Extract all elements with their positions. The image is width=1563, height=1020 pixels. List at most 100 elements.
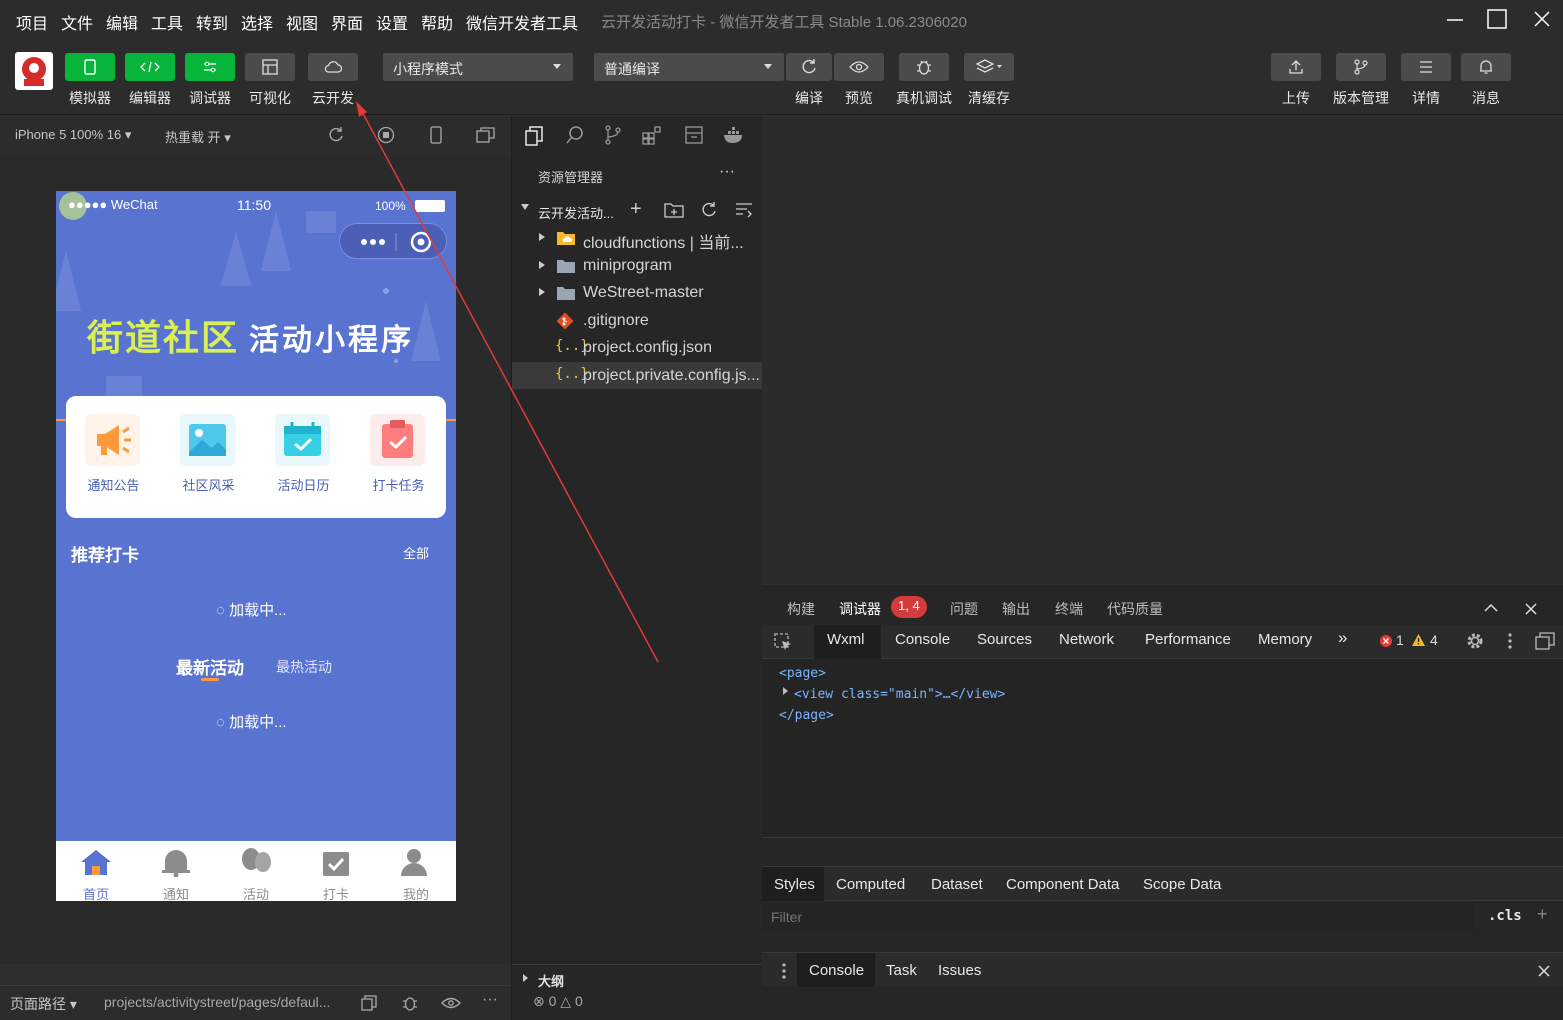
close-icon[interactable] bbox=[1537, 964, 1551, 978]
menu-tools[interactable]: 工具 bbox=[151, 10, 183, 34]
rotate-icon[interactable] bbox=[327, 126, 345, 144]
tab-scope-data[interactable]: Scope Data bbox=[1143, 876, 1221, 893]
new-folder-icon[interactable] bbox=[664, 202, 684, 218]
image-icon[interactable] bbox=[180, 414, 235, 466]
megaphone-icon[interactable] bbox=[85, 414, 140, 466]
message-button[interactable] bbox=[1461, 53, 1511, 81]
menu-view[interactable]: 视图 bbox=[286, 10, 318, 34]
details-button[interactable] bbox=[1401, 53, 1451, 81]
calendar-icon[interactable] bbox=[275, 414, 330, 466]
menu-goto[interactable]: 转到 bbox=[196, 10, 228, 34]
capsule-menu[interactable] bbox=[339, 223, 447, 259]
menu-file[interactable]: 文件 bbox=[61, 10, 93, 34]
copy-icon[interactable] bbox=[361, 995, 377, 1011]
upload-button[interactable] bbox=[1271, 53, 1321, 81]
problems-count[interactable]: ⊗ 0 △ 0 bbox=[533, 993, 583, 1010]
code-line-view[interactable]: <view class="main">…</view> bbox=[794, 687, 1005, 702]
recommend-all-link[interactable]: 全部 bbox=[403, 543, 429, 562]
new-file-icon[interactable]: + bbox=[630, 198, 642, 221]
grid-label-notice[interactable]: 通知公告 bbox=[85, 475, 142, 494]
nav-label-me[interactable]: 我的 bbox=[396, 884, 436, 901]
debugger-button[interactable] bbox=[185, 53, 235, 81]
menu-interface[interactable]: 界面 bbox=[331, 10, 363, 34]
user-icon[interactable] bbox=[396, 847, 436, 877]
compile-button[interactable] bbox=[786, 53, 832, 81]
refresh-icon[interactable] bbox=[700, 201, 718, 219]
close-icon[interactable] bbox=[1532, 9, 1552, 29]
nav-label-activity[interactable]: 活动 bbox=[236, 884, 276, 901]
storage-icon[interactable] bbox=[684, 125, 704, 145]
project-root[interactable]: 云开发活动... + bbox=[512, 196, 763, 224]
clear-cache-button[interactable] bbox=[964, 53, 1014, 81]
visual-button[interactable] bbox=[245, 53, 295, 81]
menu-edit[interactable]: 编辑 bbox=[106, 10, 138, 34]
drawer-tab-console[interactable]: Console bbox=[809, 962, 864, 979]
remote-debug-button[interactable] bbox=[899, 53, 949, 81]
compile-select[interactable]: 普通编译 bbox=[594, 53, 784, 81]
tab-wxml[interactable]: Wxml bbox=[827, 631, 865, 648]
tab-output[interactable]: 输出 bbox=[1002, 599, 1030, 619]
clipboard-icon[interactable] bbox=[370, 414, 425, 466]
balloon-icon[interactable] bbox=[236, 847, 276, 877]
error-count[interactable]: 1 bbox=[1396, 632, 1404, 648]
tab-network[interactable]: Network bbox=[1059, 631, 1114, 648]
chevron-right-icon[interactable] bbox=[783, 687, 788, 695]
tab-component-data[interactable]: Component Data bbox=[1006, 876, 1119, 893]
tree-item-project-config[interactable]: {..} project.config.json bbox=[512, 334, 763, 361]
minimize-icon[interactable] bbox=[1445, 10, 1465, 30]
phone-icon[interactable] bbox=[429, 126, 443, 144]
preview-button[interactable] bbox=[834, 53, 884, 81]
version-button[interactable] bbox=[1336, 53, 1386, 81]
more-icon[interactable]: ··· bbox=[719, 163, 735, 181]
bug-icon[interactable] bbox=[401, 994, 419, 1012]
grid-label-checkin[interactable]: 打卡任务 bbox=[370, 475, 427, 494]
device-select[interactable]: iPhone 5 100% 16 ▾ bbox=[15, 127, 131, 143]
tab-console[interactable]: Console bbox=[895, 631, 950, 648]
grid-label-gallery[interactable]: 社区风采 bbox=[180, 475, 237, 494]
page-path[interactable]: projects/activitystreet/pages/defaul... bbox=[104, 994, 330, 1010]
menu-help[interactable]: 帮助 bbox=[421, 10, 453, 34]
mode-select[interactable]: 小程序模式 bbox=[383, 53, 573, 81]
kebab-icon[interactable] bbox=[781, 962, 787, 980]
tab-terminal[interactable]: 终端 bbox=[1055, 599, 1083, 619]
gear-icon[interactable] bbox=[1465, 631, 1485, 651]
drawer-tab-task[interactable]: Task bbox=[886, 962, 917, 979]
tab-build[interactable]: 构建 bbox=[787, 599, 815, 619]
bell-icon[interactable] bbox=[156, 847, 196, 877]
tree-item-miniprogram[interactable]: miniprogram bbox=[512, 252, 763, 279]
tree-item-project-private-config[interactable]: {..} project.private.config.js... bbox=[512, 362, 763, 389]
simulator-button[interactable] bbox=[65, 53, 115, 81]
checkin-icon[interactable] bbox=[316, 847, 356, 877]
menu-wechat-devtools[interactable]: 微信开发者工具 bbox=[466, 10, 578, 34]
page-path-select[interactable]: 页面路径 ▾ bbox=[10, 994, 77, 1014]
close-icon[interactable] bbox=[1524, 602, 1538, 616]
add-style-button[interactable]: + bbox=[1537, 904, 1548, 925]
tab-memory[interactable]: Memory bbox=[1258, 631, 1312, 648]
eye-icon[interactable] bbox=[441, 997, 461, 1009]
home-icon[interactable] bbox=[76, 847, 116, 877]
code-line-page-close[interactable]: </page> bbox=[779, 708, 834, 723]
menu-project[interactable]: 项目 bbox=[16, 10, 48, 34]
drawer-tab-issues[interactable]: Issues bbox=[938, 962, 981, 979]
tree-item-westreet[interactable]: WeStreet-master bbox=[512, 279, 763, 306]
inspect-icon[interactable] bbox=[774, 633, 792, 651]
hot-reload-select[interactable]: 热重载 开 ▾ bbox=[165, 127, 231, 146]
editor-button[interactable] bbox=[125, 53, 175, 81]
cloud-dev-button[interactable] bbox=[308, 53, 358, 81]
more-icon[interactable]: ··· bbox=[482, 991, 498, 1009]
chevron-up-icon[interactable] bbox=[1483, 602, 1499, 612]
tab-styles[interactable]: Styles bbox=[774, 876, 815, 893]
warning-count[interactable]: 4 bbox=[1430, 632, 1438, 648]
tab-problems[interactable]: 问题 bbox=[950, 599, 978, 619]
popout-icon[interactable] bbox=[476, 126, 496, 144]
tab-hot[interactable]: 最热活动 bbox=[276, 657, 332, 677]
avatar[interactable] bbox=[15, 52, 53, 90]
tab-sources[interactable]: Sources bbox=[977, 631, 1032, 648]
extensions-icon[interactable] bbox=[642, 125, 662, 145]
tab-computed[interactable]: Computed bbox=[836, 876, 905, 893]
dock-icon[interactable] bbox=[1535, 632, 1555, 650]
collapse-icon[interactable] bbox=[735, 202, 753, 218]
tab-latest[interactable]: 最新活动 bbox=[176, 654, 244, 679]
menu-select[interactable]: 选择 bbox=[241, 10, 273, 34]
tab-dataset[interactable]: Dataset bbox=[931, 876, 983, 893]
